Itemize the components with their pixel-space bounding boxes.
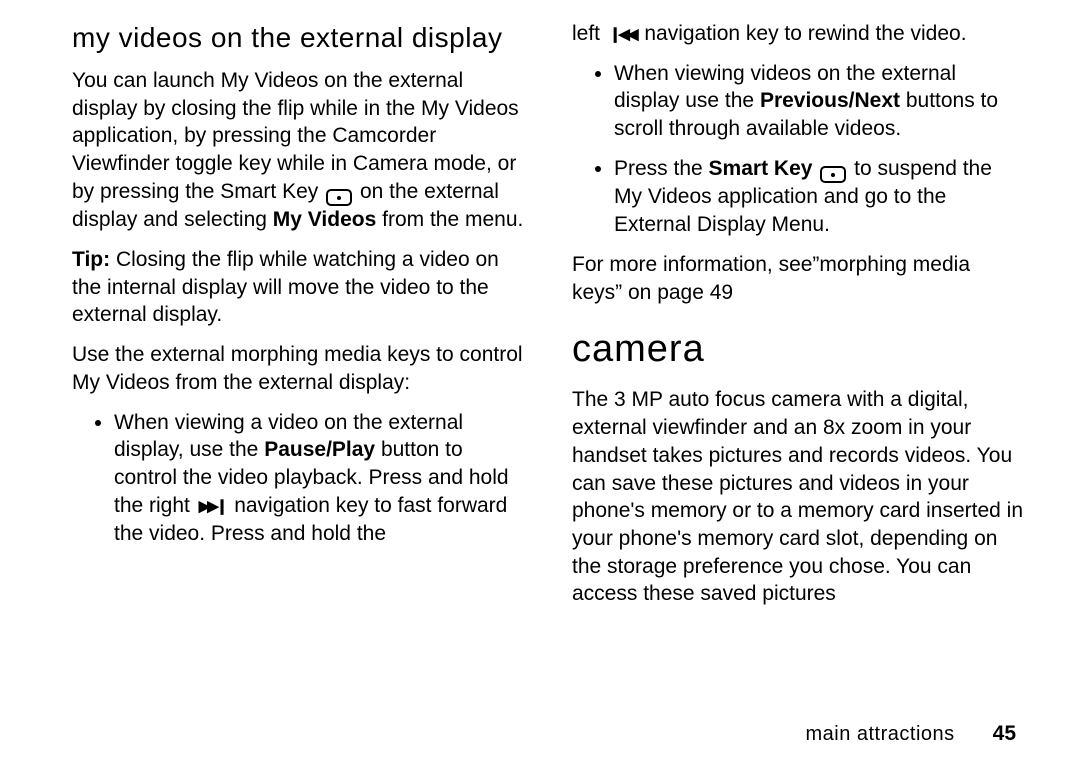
list-item: Press the Smart Key to suspend the My Vi… (614, 155, 1024, 239)
heading-my-videos-external: my videos on the external display (72, 20, 524, 57)
manual-page: my videos on the external display You ca… (0, 0, 1080, 766)
rewind-icon: ❙◀◀ (609, 25, 636, 45)
two-column-layout: my videos on the external display You ca… (72, 20, 1024, 714)
footer-section-name: main attractions (805, 723, 954, 746)
list-item: When viewing videos on the external disp… (614, 60, 1024, 143)
text: Press the (614, 157, 709, 180)
smart-key-icon (820, 166, 846, 183)
paragraph-morphing-keys: Use the external morphing media keys to … (72, 341, 524, 396)
text-prev-next: Previous/Next (760, 89, 900, 112)
list-item: When viewing a video on the external dis… (114, 409, 524, 548)
text: from the menu. (376, 208, 523, 231)
footer-page-number: 45 (993, 722, 1016, 746)
fast-forward-icon: ▶▶❙ (199, 497, 226, 517)
text: navigation key to rewind the video. (639, 22, 967, 45)
page-footer: main attractions 45 (72, 722, 1024, 746)
bullet-list-left: When viewing a video on the external dis… (72, 409, 524, 548)
paragraph-continued: left ❙◀◀ navigation key to rewind the vi… (572, 20, 1024, 48)
right-column: left ❙◀◀ navigation key to rewind the vi… (572, 20, 1024, 714)
tip-text: Closing the flip while watching a video … (72, 248, 499, 326)
bullet-list-right: When viewing videos on the external disp… (572, 60, 1024, 239)
text-smart-key: Smart Key (709, 157, 813, 180)
paragraph-tip: Tip: Closing the flip while watching a v… (72, 246, 524, 329)
paragraph-more-info: For more information, see”morphing media… (572, 251, 1024, 306)
text-pause-play: Pause/Play (264, 438, 375, 461)
paragraph-launch: You can launch My Videos on the external… (72, 67, 524, 234)
tip-label: Tip: (72, 248, 110, 271)
left-column: my videos on the external display You ca… (72, 20, 524, 714)
paragraph-camera: The 3 MP auto focus camera with a digita… (572, 386, 1024, 608)
smart-key-icon (326, 189, 352, 206)
text: left (572, 22, 606, 45)
heading-camera: camera (572, 324, 1024, 374)
text-my-videos: My Videos (273, 208, 376, 231)
